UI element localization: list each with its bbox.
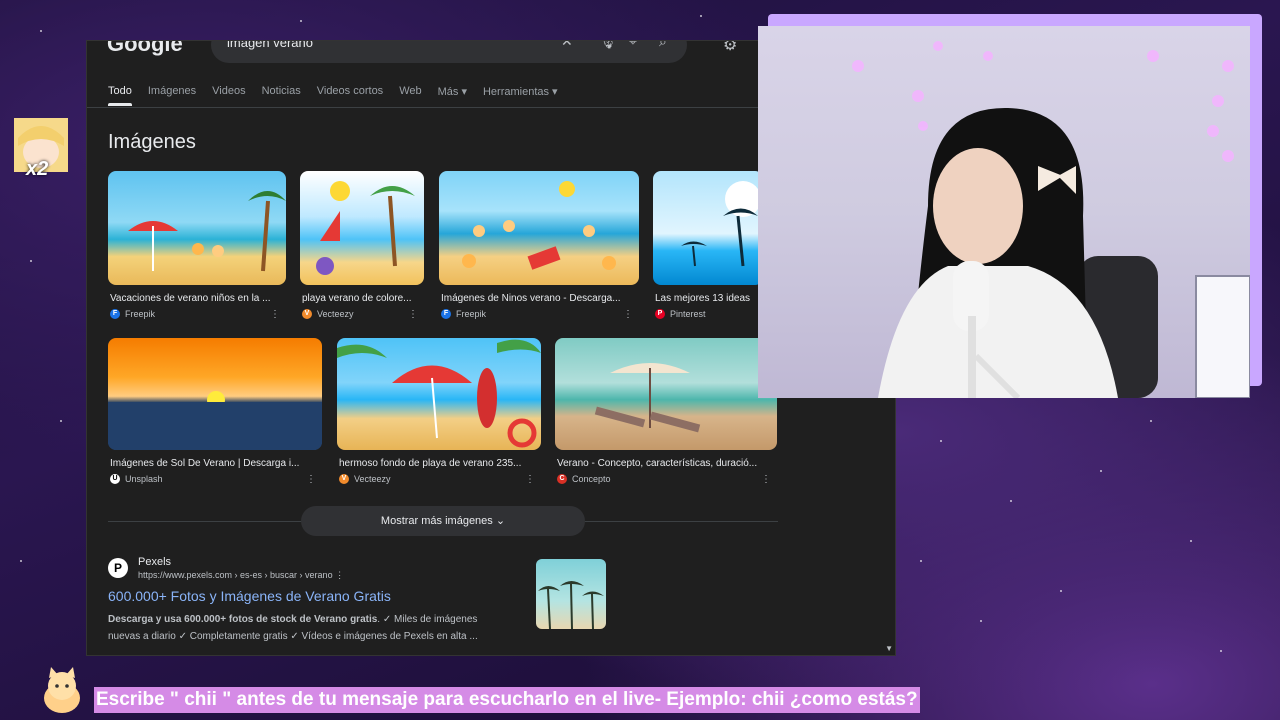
vecteezy-icon: V [302,309,312,319]
image-result[interactable]: Las mejores 13 ideas P Pinterest [653,171,763,319]
more-options-icon[interactable]: ⋮ [270,309,280,320]
image-thumbnail[interactable] [108,338,322,450]
image-caption: hermoso fondo de playa de verano 235... [339,458,522,469]
image-caption: Imágenes de Sol De Verano | Descarga i..… [110,458,300,469]
image-source[interactable]: P Pinterest [653,309,763,319]
clear-icon[interactable]: ✕ [561,41,573,50]
result-site-name[interactable]: Pexels [138,556,171,568]
search-box[interactable]: imagen verano ✕ 🎙 ⌖ ⌕ [211,41,687,63]
image-thumbnail[interactable] [555,338,777,450]
webcam-feed [758,26,1250,398]
image-result[interactable]: Vacaciones de verano niños en la ... F Fr… [108,171,286,320]
image-thumbnail[interactable] [439,171,639,285]
more-options-icon[interactable]: ⋮ [525,474,535,485]
more-options-icon[interactable]: ⋮ [623,309,633,320]
image-thumbnail[interactable] [108,171,286,285]
image-source[interactable]: V Vecteezy ⋮ [337,474,541,485]
tab-todo[interactable]: Todo [108,85,132,106]
image-caption: Verano - Concepto, características, dura… [557,458,758,469]
image-result[interactable]: playa verano de colore... V Vecteezy ⋮ [300,171,424,320]
image-result[interactable]: Verano - Concepto, características, dura… [555,338,777,485]
chevron-down-icon: ⌄ [495,515,506,527]
more-options-icon[interactable]: ⋮ [335,570,344,580]
image-thumbnail[interactable] [337,338,541,450]
cat-mascot-icon [44,667,80,713]
image-caption: playa verano de colore... [302,293,412,304]
chat-instruction-banner: Escribe " chii " antes de tu mensaje par… [94,687,920,713]
scroll-down-arrow[interactable]: ▼ [885,644,893,653]
images-section-title: Imágenes [108,131,196,153]
vecteezy-icon: V [339,474,349,484]
google-logo[interactable]: Google [107,41,183,57]
tab-imagenes[interactable]: Imágenes [148,85,196,106]
image-result[interactable]: Imágenes de Sol De Verano | Descarga i..… [108,338,322,485]
search-icon[interactable]: ⌕ [659,41,667,50]
image-source[interactable]: F Freepik ⋮ [439,309,639,320]
freepik-icon: F [441,309,451,319]
image-thumbnail[interactable] [653,171,763,285]
more-options-icon[interactable]: ⋮ [306,474,316,485]
tab-mas[interactable]: Más ▾ [438,85,467,106]
more-options-icon[interactable]: ⋮ [408,309,418,320]
search-tabs: Todo Imágenes Videos Noticias Videos cor… [108,85,558,106]
multiplier-label: x2 [26,158,49,180]
image-thumbnail[interactable] [300,171,424,285]
image-caption: Imágenes de Ninos verano - Descarga... [441,293,621,304]
image-source[interactable]: U Unsplash ⋮ [108,474,322,485]
more-options-icon[interactable]: ⋮ [761,474,771,485]
result-thumbnail[interactable] [536,559,606,629]
tab-noticias[interactable]: Noticias [262,85,301,106]
pexels-favicon: P [108,558,128,578]
lens-icon[interactable]: ⌖ [629,41,637,50]
image-source[interactable]: V Vecteezy ⋮ [300,309,424,320]
image-source[interactable]: C Concepto ⋮ [555,474,777,485]
tab-videos-cortos[interactable]: Videos cortos [317,85,383,106]
image-result[interactable]: Imágenes de Ninos verano - Descarga... F… [439,171,639,320]
freepik-icon: F [110,309,120,319]
show-more-images-button[interactable]: Mostrar más imágenes ⌄ [301,506,585,536]
concepto-icon: C [557,474,567,484]
result-snippet: Descarga y usa 600.000+ fotos de stock d… [108,614,478,642]
result-url[interactable]: https://www.pexels.com › es-es › buscar … [138,570,344,581]
unsplash-icon: U [110,474,120,484]
image-caption: Vacaciones de verano niños en la ... [110,293,271,304]
search-input[interactable]: imagen verano [227,41,313,50]
image-source[interactable]: F Freepik ⋮ [108,309,286,320]
result-title-link[interactable]: 600.000+ Fotos y Imágenes de Verano Grat… [108,588,391,604]
pinterest-icon: P [655,309,665,319]
gear-icon[interactable]: ⚙ [723,41,737,55]
tab-web[interactable]: Web [399,85,421,106]
image-result[interactable]: hermoso fondo de playa de verano 235... … [337,338,541,485]
image-caption: Las mejores 13 ideas [655,293,751,304]
tab-herramientas[interactable]: Herramientas ▾ [483,85,558,106]
microphone-icon[interactable]: 🎙 [599,41,617,50]
tab-videos[interactable]: Videos [212,85,245,106]
